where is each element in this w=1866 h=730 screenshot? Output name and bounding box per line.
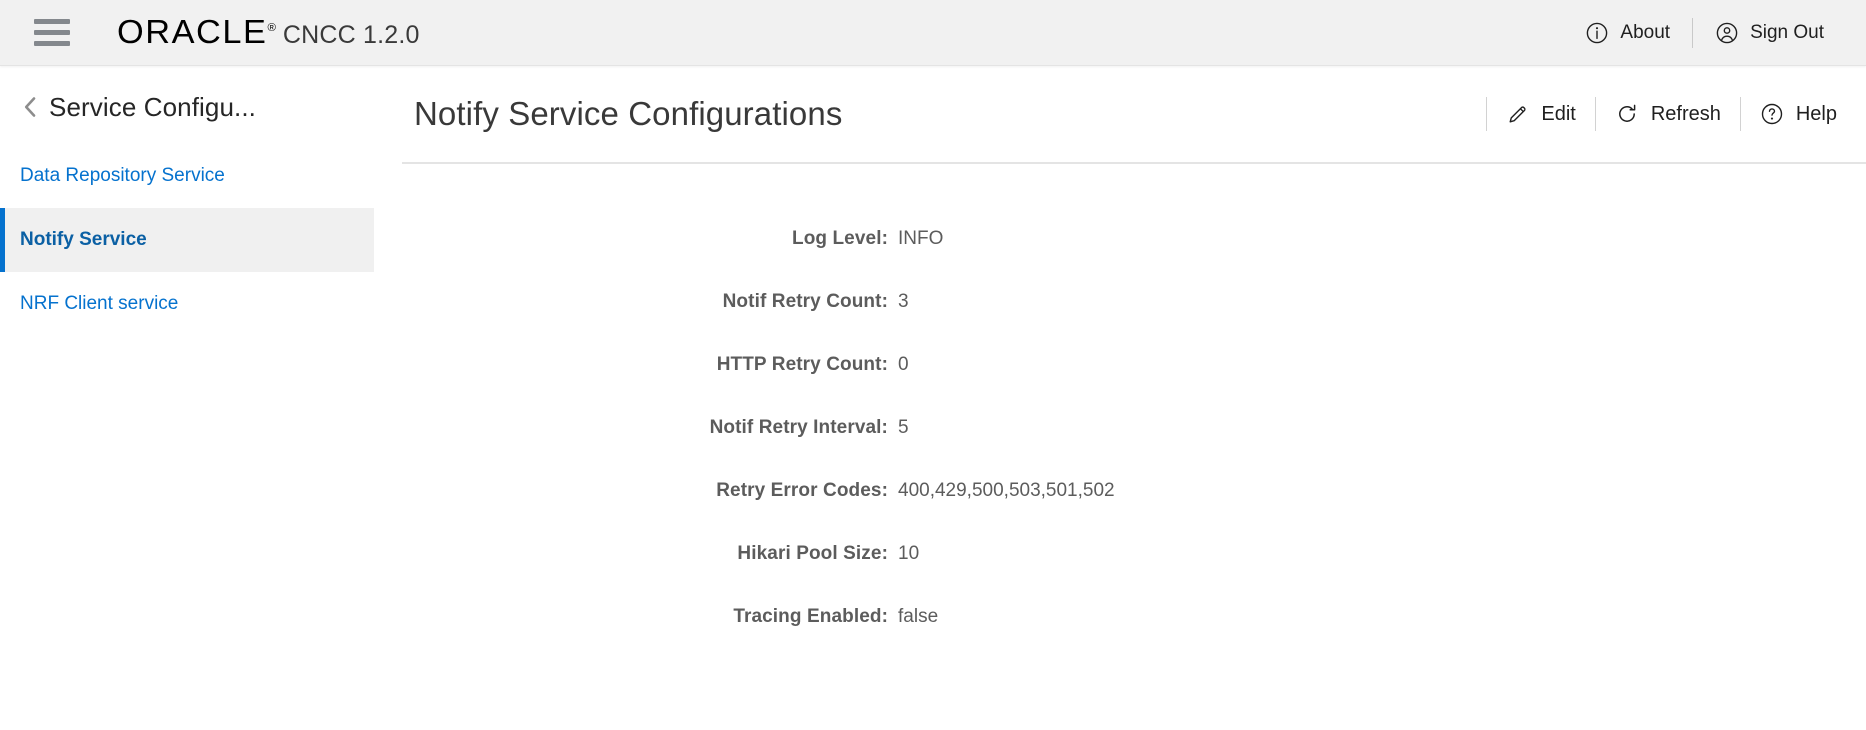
sidebar-item-data-repository-service[interactable]: Data Repository Service (0, 144, 374, 208)
refresh-icon (1615, 102, 1639, 126)
hamburger-bar (34, 41, 70, 46)
edit-label: Edit (1541, 102, 1576, 125)
config-label: Notif Retry Interval: (709, 417, 888, 438)
header-actions: About Sign Out (1567, 0, 1842, 65)
configuration-list: Log Level: INFO Notif Retry Count: 3 HTT… (402, 164, 1866, 669)
config-row-notif-retry-count: Notif Retry Count: 3 (402, 291, 1866, 354)
config-row-log-level: Log Level: INFO (402, 228, 1866, 291)
config-label: Retry Error Codes: (716, 480, 888, 501)
config-row-retry-error-codes: Retry Error Codes: 400,429,500,503,501,5… (402, 480, 1866, 543)
main-content: Notify Service Configurations Edit Refre… (402, 66, 1866, 730)
config-value: 400,429,500,503,501,502 (898, 480, 1115, 501)
main-header: Notify Service Configurations Edit Refre… (402, 66, 1866, 162)
oracle-logo: ORACLE® (117, 15, 276, 48)
help-button[interactable]: Help (1741, 93, 1856, 135)
sign-out-button[interactable]: Sign Out (1697, 12, 1842, 54)
hamburger-menu-icon[interactable] (32, 16, 72, 50)
product-version-label: CNCC 1.2.0 (282, 21, 420, 49)
sidebar-title: Service Configu... (49, 91, 257, 122)
config-label: Notif Retry Count: (722, 291, 888, 312)
about-button[interactable]: About (1567, 12, 1688, 54)
config-row-http-retry-count: HTTP Retry Count: 0 (402, 354, 1866, 417)
main-action-bar: Edit Refresh Help (1486, 93, 1856, 135)
config-row-hikari-pool-size: Hikari Pool Size: 10 (402, 543, 1866, 606)
config-value: 3 (898, 291, 909, 312)
chevron-left-icon (20, 94, 40, 120)
config-value: false (898, 606, 939, 627)
help-label: Help (1795, 102, 1837, 125)
pencil-icon (1506, 103, 1529, 126)
sidebar-item-label: Notify Service (20, 229, 147, 250)
question-circle-icon (1760, 102, 1784, 126)
hamburger-bar (34, 30, 70, 35)
config-row-tracing-enabled: Tracing Enabled: false (402, 606, 1866, 669)
sidebar-nav-list: Data Repository Service Notify Service N… (0, 144, 374, 336)
oracle-wordmark: ORACLE (117, 13, 268, 50)
about-label: About (1620, 21, 1671, 43)
config-label: Hikari Pool Size: (737, 543, 888, 564)
sidebar: Service Configu... Data Repository Servi… (0, 66, 374, 730)
config-value: 10 (898, 543, 920, 564)
header-divider (1692, 17, 1694, 48)
config-label: HTTP Retry Count: (716, 354, 888, 375)
sidebar-item-label: NRF Client service (20, 293, 179, 314)
edit-button[interactable]: Edit (1487, 93, 1594, 135)
user-circle-icon (1715, 21, 1739, 45)
sidebar-item-label: Data Repository Service (20, 165, 225, 186)
refresh-button[interactable]: Refresh (1596, 93, 1740, 135)
config-value: 0 (898, 354, 909, 375)
app-header: ORACLE® CNCC 1.2.0 About Sign Out (0, 0, 1866, 66)
sign-out-label: Sign Out (1750, 21, 1824, 43)
config-value: INFO (898, 228, 944, 249)
info-circle-icon (1585, 21, 1609, 45)
sidebar-item-notify-service[interactable]: Notify Service (0, 208, 374, 272)
refresh-label: Refresh (1650, 102, 1721, 125)
page-title: Notify Service Configurations (414, 95, 843, 132)
registered-mark: ® (267, 22, 276, 34)
config-label: Log Level: (791, 228, 888, 249)
config-value: 5 (898, 417, 909, 438)
config-label: Tracing Enabled: (733, 606, 888, 627)
sidebar-back-header[interactable]: Service Configu... (0, 80, 374, 134)
config-row-notif-retry-interval: Notif Retry Interval: 5 (402, 417, 1866, 480)
hamburger-bar (34, 19, 70, 24)
brand: ORACLE® CNCC 1.2.0 (117, 15, 420, 50)
sidebar-item-nrf-client-service[interactable]: NRF Client service (0, 272, 374, 336)
